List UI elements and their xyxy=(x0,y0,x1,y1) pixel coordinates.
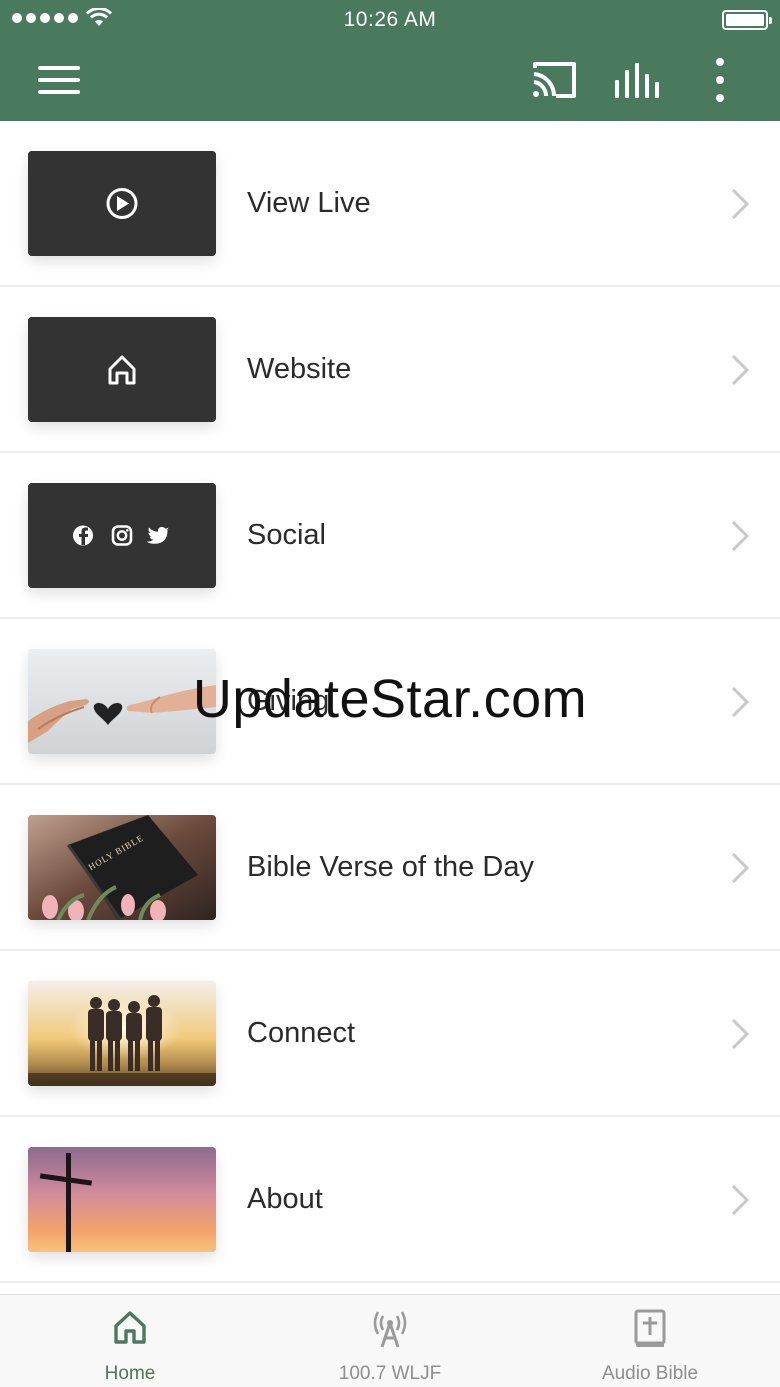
tab-label: Home xyxy=(104,1363,156,1384)
bible-verse-thumbnail: HOLY BIBLE xyxy=(28,815,216,920)
status-time: 10:26 AM xyxy=(343,8,437,31)
menu-icon[interactable] xyxy=(36,62,82,98)
radio-tower-icon xyxy=(373,1311,407,1348)
list-item-website[interactable]: Website xyxy=(0,287,780,453)
social-thumbnail xyxy=(28,483,216,588)
list-item-giving[interactable]: Giving xyxy=(0,619,780,785)
tab-label: 100.7 WLJF xyxy=(338,1363,442,1384)
list-item-label: View Live xyxy=(247,187,371,219)
chevron-right-icon xyxy=(731,520,750,552)
connect-thumbnail xyxy=(28,981,216,1086)
list-item-label: Giving xyxy=(247,685,330,717)
list-item-label: Bible Verse of the Day xyxy=(247,851,534,883)
list-item-label: About xyxy=(247,1183,323,1215)
list-item-connect[interactable]: Connect xyxy=(0,951,780,1117)
status-bar: 10:26 AM xyxy=(0,0,780,40)
chevron-right-icon xyxy=(731,1184,750,1216)
list-item-social[interactable]: Social xyxy=(0,453,780,619)
chevron-right-icon xyxy=(731,188,750,220)
chevron-right-icon xyxy=(731,852,750,884)
list-item-label: Connect xyxy=(247,1017,356,1049)
list-item-bible-verse[interactable]: HOLY BIBLE Bible Verse of the Day xyxy=(0,785,780,951)
facebook-icon xyxy=(73,525,93,546)
home-icon xyxy=(114,1311,146,1344)
tab-label: Audio Bible xyxy=(601,1363,699,1384)
chevron-right-icon xyxy=(731,686,750,718)
tab-home[interactable]: Home xyxy=(0,1295,260,1387)
list-item-label: Website xyxy=(247,353,352,385)
cast-icon[interactable] xyxy=(530,60,578,100)
website-thumbnail xyxy=(28,317,216,422)
home-menu-list: View Live Website Social Giving HOLY BIB… xyxy=(0,121,780,1283)
top-app-bar xyxy=(0,40,780,121)
view-live-thumbnail xyxy=(28,151,216,256)
chevron-right-icon xyxy=(731,354,750,386)
tab-audio-bible[interactable]: Audio Bible xyxy=(520,1295,780,1387)
battery-icon xyxy=(722,10,772,30)
about-thumbnail xyxy=(28,1147,216,1252)
tab-radio[interactable]: 100.7 WLJF xyxy=(260,1295,520,1387)
bottom-tab-bar: Home 100.7 WLJF Audio Bible xyxy=(0,1294,780,1387)
more-vertical-icon[interactable] xyxy=(704,58,736,102)
list-item-label: Social xyxy=(247,519,326,551)
list-item-view-live[interactable]: View Live xyxy=(0,121,780,287)
bible-icon xyxy=(634,1309,666,1347)
giving-thumbnail xyxy=(28,649,216,754)
equalizer-icon[interactable] xyxy=(612,60,660,100)
chevron-right-icon xyxy=(731,1018,750,1050)
list-item-about[interactable]: About xyxy=(0,1117,780,1283)
